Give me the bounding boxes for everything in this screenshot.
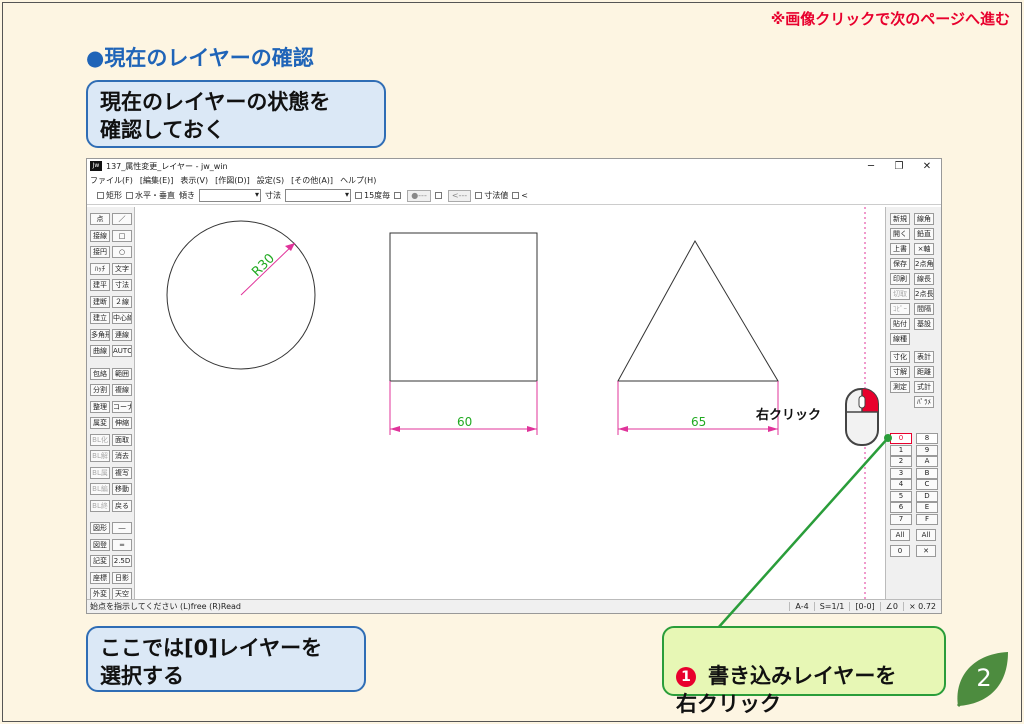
pointer-dot: [884, 434, 892, 442]
page-number: 2: [976, 664, 991, 692]
callout-bottom: ここでは[0]レイヤーを 選択する: [86, 626, 366, 692]
callout-step: 1 書き込みレイヤーを 右クリック: [662, 626, 946, 716]
pointer-line: [717, 437, 889, 629]
pointer-overlay: [717, 434, 892, 629]
step-badge: 1: [676, 667, 696, 687]
leaf-page-badge: 2: [956, 652, 1008, 708]
